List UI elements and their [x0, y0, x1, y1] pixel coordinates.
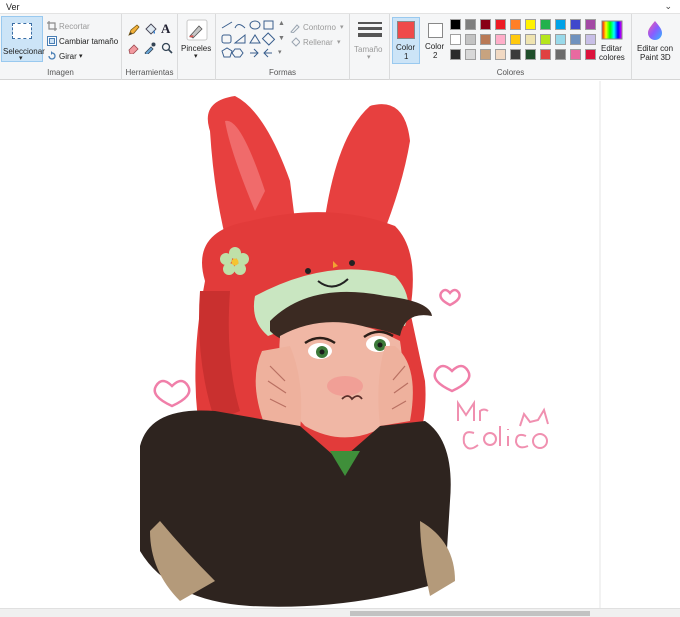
- group-herramientas: A Herramientas: [122, 14, 178, 80]
- brushes-chevron-icon: ▾: [194, 53, 198, 60]
- palette-swatch[interactable]: [495, 49, 506, 60]
- color2-button[interactable]: Color 2: [422, 17, 450, 64]
- outline-icon: [290, 24, 300, 33]
- select-button[interactable]: Seleccionar ▾: [1, 16, 45, 62]
- palette-swatch[interactable]: [555, 19, 566, 30]
- eraser-icon[interactable]: [128, 42, 140, 54]
- group-colores: Color 1 Color 2 Editar colores Colores: [390, 14, 632, 80]
- color1-swatch: [397, 21, 415, 39]
- brush-icon: [186, 19, 208, 41]
- palette-swatch[interactable]: [465, 34, 476, 45]
- color1-number: 1: [404, 52, 409, 61]
- select-rectangle-icon: [12, 23, 32, 39]
- fill-icon: [291, 37, 300, 47]
- outline-button[interactable]: Contorno: [303, 23, 336, 32]
- palette-swatch[interactable]: [570, 34, 581, 45]
- crop-button[interactable]: Recortar: [59, 22, 90, 31]
- palette-swatch[interactable]: [525, 49, 536, 60]
- color-palette: [450, 19, 600, 63]
- palette-swatch[interactable]: [450, 49, 461, 60]
- size-chevron-icon: ▾: [367, 54, 371, 61]
- edit-paint3d-label-2: Paint 3D: [640, 53, 671, 62]
- line-size-icon: [358, 22, 382, 37]
- palette-swatch[interactable]: [555, 49, 566, 60]
- color2-number: 2: [433, 51, 438, 60]
- shapes-more-icon[interactable]: ▾: [278, 48, 282, 56]
- menu-ver[interactable]: Ver: [6, 2, 20, 12]
- text-tool-icon[interactable]: A: [161, 21, 170, 37]
- palette-swatch[interactable]: [495, 19, 506, 30]
- drawing-artwork: [140, 81, 601, 608]
- group-label-formas: Formas: [268, 68, 297, 77]
- palette-swatch[interactable]: [585, 19, 596, 30]
- palette-swatch[interactable]: [555, 34, 566, 45]
- color2-swatch: [428, 23, 443, 38]
- rotate-icon: [48, 51, 56, 60]
- group-paint3d[interactable]: Editar con Paint 3D: [632, 14, 680, 80]
- group-label-colores: Colores: [496, 68, 525, 77]
- signature: [457, 399, 549, 450]
- rotate-chevron-icon: ▾: [79, 53, 83, 60]
- color1-button[interactable]: Color 1: [392, 17, 420, 64]
- resize-icon: [47, 36, 57, 46]
- palette-swatch[interactable]: [465, 49, 476, 60]
- palette-swatch[interactable]: [465, 19, 476, 30]
- edit-colors-button[interactable]: Editar: [601, 44, 622, 53]
- rotate-button[interactable]: Girar: [59, 52, 77, 61]
- resize-button[interactable]: Cambiar tamaño: [59, 37, 118, 46]
- palette-swatch[interactable]: [450, 19, 461, 30]
- group-label-imagen: Imagen: [47, 68, 74, 77]
- palette-swatch[interactable]: [540, 19, 551, 30]
- fill-button[interactable]: Rellenar: [303, 38, 333, 47]
- collapse-ribbon-chevron-icon[interactable]: ⌄: [664, 1, 672, 12]
- shapes-scroll-up-icon[interactable]: ▲: [278, 20, 285, 27]
- palette-swatch[interactable]: [570, 49, 581, 60]
- edit-colors-rainbow-icon: [601, 20, 623, 40]
- palette-swatch[interactable]: [570, 19, 581, 30]
- edit-colors-label-2: colores: [599, 53, 625, 62]
- palette-swatch[interactable]: [585, 49, 596, 60]
- select-chevron-icon: ▾: [19, 55, 23, 62]
- palette-swatch[interactable]: [585, 34, 596, 45]
- group-label-herramientas: Herramientas: [125, 68, 174, 77]
- menu-bar: Ver ⌄: [0, 0, 680, 14]
- color1-label: Color: [396, 43, 416, 52]
- color-picker-icon[interactable]: [144, 42, 156, 54]
- color2-label: Color: [425, 42, 445, 51]
- magnifier-icon[interactable]: [161, 42, 173, 54]
- group-formas: ▲ ▼ ▾ Contorno ▾ Rellenar ▾ Formas: [216, 14, 350, 80]
- group-pinceles[interactable]: Pinceles ▾: [178, 14, 216, 80]
- horizontal-scrollbar[interactable]: [0, 608, 680, 617]
- palette-swatch[interactable]: [525, 19, 536, 30]
- group-tamano[interactable]: Tamaño ▾: [350, 14, 390, 80]
- palette-swatch[interactable]: [480, 34, 491, 45]
- palette-swatch[interactable]: [540, 34, 551, 45]
- palette-swatch[interactable]: [510, 19, 521, 30]
- palette-swatch[interactable]: [450, 34, 461, 45]
- palette-swatch[interactable]: [480, 19, 491, 30]
- fill-chevron-icon: ▾: [337, 39, 341, 46]
- outline-chevron-icon: ▾: [340, 24, 344, 31]
- paint3d-icon: [648, 21, 662, 40]
- crop-icon: [47, 21, 57, 31]
- edit-paint3d-button: Editar con: [637, 44, 674, 53]
- shapes-gallery-icon[interactable]: [220, 19, 282, 61]
- palette-swatch[interactable]: [540, 49, 551, 60]
- palette-swatch[interactable]: [510, 34, 521, 45]
- shapes-scroll-down-icon[interactable]: ▼: [278, 35, 285, 42]
- palette-swatch[interactable]: [510, 49, 521, 60]
- palette-swatch[interactable]: [525, 34, 536, 45]
- ribbon: Seleccionar ▾ Recortar Cambiar tamaño Gi…: [0, 14, 680, 80]
- select-label: Seleccionar: [3, 47, 45, 56]
- palette-swatch[interactable]: [480, 49, 491, 60]
- canvas[interactable]: [0, 81, 680, 608]
- palette-swatch[interactable]: [495, 34, 506, 45]
- group-imagen: Seleccionar ▾ Recortar Cambiar tamaño Gi…: [0, 14, 122, 80]
- pencil-icon[interactable]: [128, 24, 140, 36]
- horizontal-scrollbar-thumb[interactable]: [350, 611, 590, 616]
- fill-bucket-icon[interactable]: [144, 23, 157, 36]
